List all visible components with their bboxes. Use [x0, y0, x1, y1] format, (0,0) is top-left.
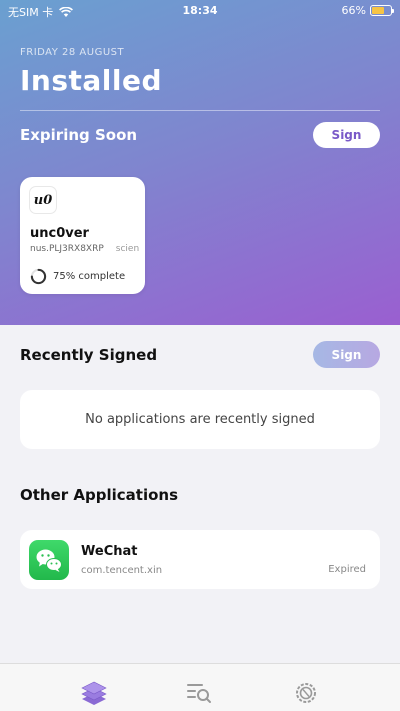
signing-progress: 75% complete — [30, 268, 125, 285]
tab-bar — [0, 663, 400, 711]
other-applications-heading: Other Applications — [20, 486, 178, 504]
battery-percent: 66% — [341, 4, 366, 17]
empty-recent-message: No applications are recently signed — [20, 390, 380, 449]
bundle-extra-text: scien — [115, 244, 140, 254]
status-bar: 无SIM 卡 18:34 66% — [0, 0, 400, 22]
expiring-soon-heading: Expiring Soon — [20, 126, 138, 144]
sign-recent-button[interactable]: Sign — [313, 341, 380, 368]
settings-gear-icon — [296, 683, 316, 703]
app-status: Expired — [328, 564, 366, 575]
progress-spinner-icon — [30, 268, 47, 285]
bundle-id-text: nus.PLJ3RX8XRP — [30, 244, 104, 254]
battery-icon — [370, 5, 394, 16]
tab-browse[interactable] — [184, 680, 214, 710]
page-title: Installed — [20, 64, 163, 97]
tab-settings[interactable] — [291, 680, 321, 710]
search-list-icon — [187, 684, 211, 703]
layers-icon — [81, 681, 107, 705]
expiring-app-card[interactable]: u0 unc0ver nus.PLJ3RX8XRP scien 75% compl… — [20, 177, 145, 294]
progress-label: 75% complete — [53, 271, 126, 282]
battery-level — [372, 7, 384, 14]
header-divider — [20, 110, 380, 111]
wechat-icon — [29, 540, 69, 580]
app-row-wechat[interactable]: WeChat com.tencent.xin Expired — [20, 530, 380, 589]
app-bundle-id: nus.PLJ3RX8XRP scien — [30, 244, 145, 254]
tab-installed[interactable] — [79, 680, 109, 710]
status-time: 18:34 — [182, 4, 218, 17]
recently-signed-heading: Recently Signed — [20, 346, 158, 364]
app-name: unc0ver — [30, 226, 89, 241]
unc0ver-icon: u0 — [29, 186, 57, 214]
app-name: WeChat — [81, 544, 138, 559]
sign-expiring-button[interactable]: Sign — [313, 122, 380, 148]
app-bundle-id: com.tencent.xin — [81, 565, 163, 576]
date-label: FRIDAY 28 AUGUST — [20, 47, 125, 58]
